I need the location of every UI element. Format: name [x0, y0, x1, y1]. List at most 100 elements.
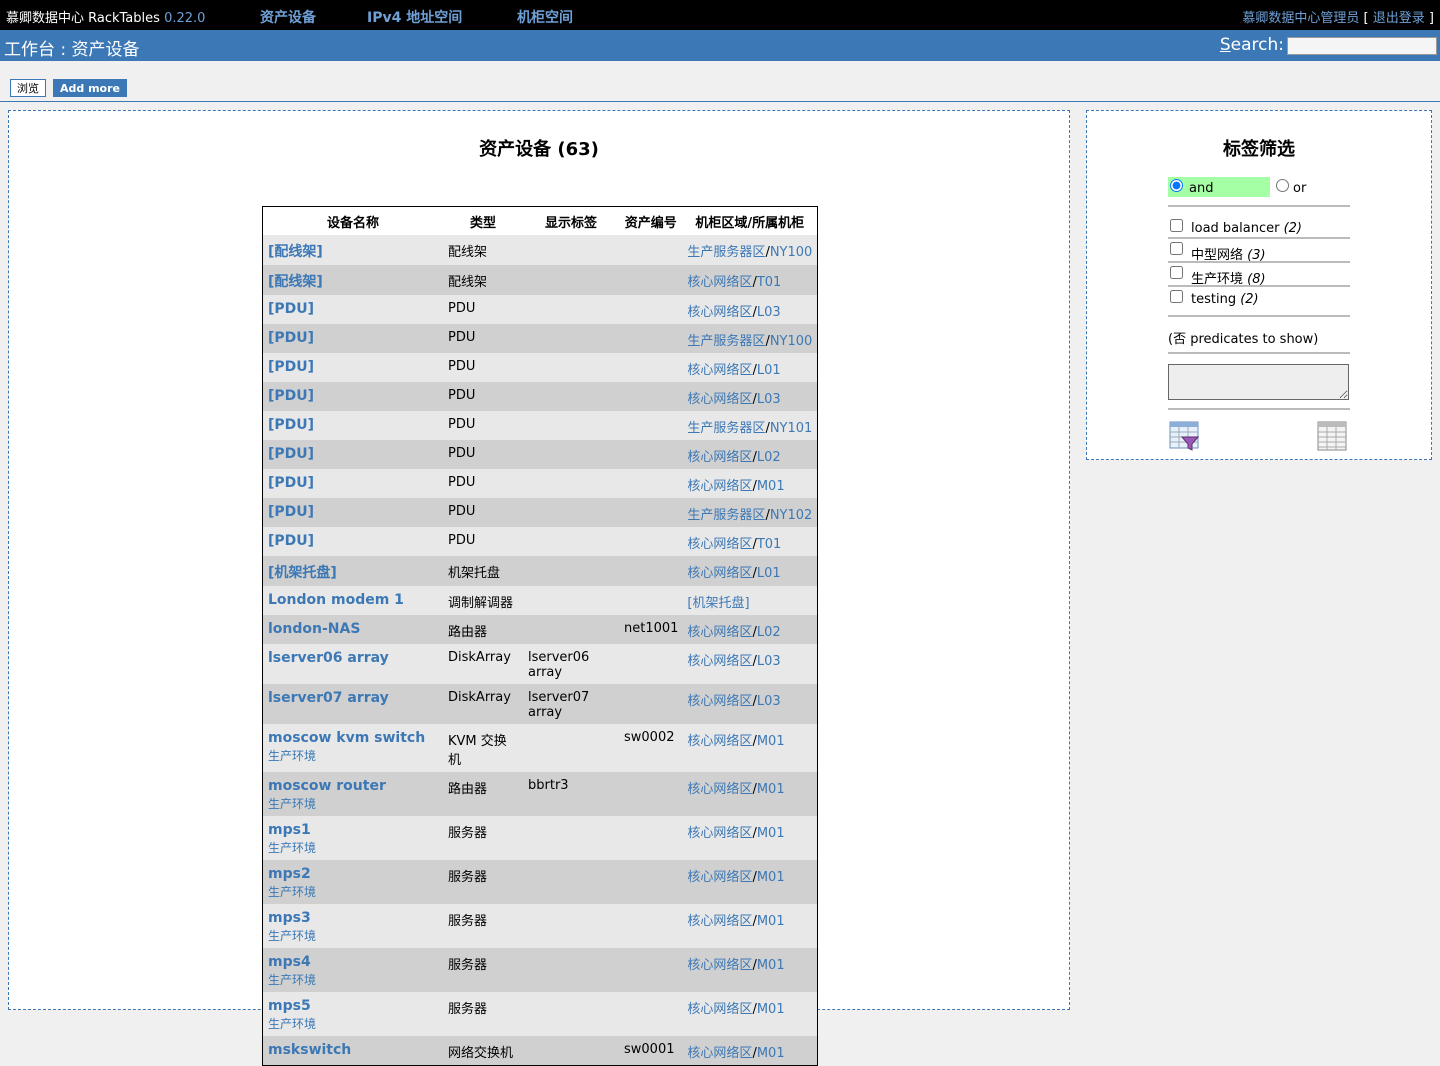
zone-link[interactable]: 核心网络区 — [687, 566, 752, 581]
table-row: [PDU] PDU 核心网络区/M01 — [262, 469, 818, 498]
zone-link[interactable]: 核心网络区 — [687, 1002, 752, 1017]
rack-link[interactable]: L03 — [757, 654, 781, 669]
object-link[interactable]: mps2 — [268, 866, 311, 882]
rack-link[interactable]: L01 — [757, 566, 781, 581]
logout-link[interactable]: 退出登录 — [1373, 11, 1425, 26]
bracket-open: [ — [1363, 11, 1369, 26]
menu-rackspace[interactable]: 机柜空间 — [517, 7, 573, 27]
rack-link[interactable]: M01 — [757, 734, 785, 749]
zone-link[interactable]: 核心网络区 — [687, 782, 752, 797]
rack-link[interactable]: L02 — [757, 625, 781, 640]
zone-link[interactable]: [机架托盘] — [687, 596, 749, 611]
rack-link[interactable]: M01 — [757, 1002, 785, 1017]
rack-link[interactable]: M01 — [757, 1046, 785, 1061]
user-link[interactable]: 慕卿数据中心管理员 — [1242, 11, 1359, 26]
zone-link[interactable]: 生产服务器区 — [687, 245, 765, 260]
search-input[interactable] — [1287, 37, 1437, 55]
tab-add-more[interactable]: Add more — [53, 79, 127, 97]
zone-link[interactable]: 核心网络区 — [687, 870, 752, 885]
predicate-textarea[interactable] — [1168, 364, 1349, 400]
object-link[interactable]: london-NAS — [268, 621, 360, 637]
object-link[interactable]: [PDU] — [268, 359, 314, 375]
cell-type: PDU — [443, 382, 523, 411]
rack-link[interactable]: L02 — [757, 450, 781, 465]
rack-link[interactable]: NY100 — [770, 334, 812, 349]
rack-link[interactable]: NY102 — [770, 508, 812, 523]
rack-link[interactable]: M01 — [757, 479, 785, 494]
object-tag-link[interactable]: 生产环境 — [268, 971, 439, 988]
reset-filter-icon[interactable] — [1317, 421, 1347, 451]
zone-link[interactable]: 核心网络区 — [687, 914, 752, 929]
object-link[interactable]: [PDU] — [268, 388, 314, 404]
rack-link[interactable]: L03 — [757, 305, 781, 320]
zone-link[interactable]: 核心网络区 — [687, 826, 752, 841]
zone-link[interactable]: 核心网络区 — [687, 479, 752, 494]
object-link[interactable]: [配线架] — [268, 244, 323, 260]
zone-link[interactable]: 核心网络区 — [687, 958, 752, 973]
object-link[interactable]: [PDU] — [268, 417, 314, 433]
rack-link[interactable]: T01 — [757, 275, 781, 290]
zone-link[interactable]: 核心网络区 — [687, 1046, 752, 1061]
object-tag-link[interactable]: 生产环境 — [268, 1015, 439, 1032]
zone-link[interactable]: 核心网络区 — [687, 450, 752, 465]
menu-objects[interactable]: 资产设备 — [260, 7, 316, 27]
tag-checkbox[interactable] — [1170, 219, 1183, 232]
object-link[interactable]: mps4 — [268, 954, 311, 970]
or-radio[interactable] — [1276, 179, 1289, 192]
object-link[interactable]: moscow router — [268, 778, 386, 794]
object-link[interactable]: [PDU] — [268, 504, 314, 520]
rack-link[interactable]: NY101 — [770, 421, 812, 436]
object-link[interactable]: [PDU] — [268, 446, 314, 462]
and-radio[interactable] — [1170, 179, 1183, 192]
object-link[interactable]: mps5 — [268, 998, 311, 1014]
apply-filter-icon[interactable] — [1169, 421, 1200, 451]
tag-checkbox[interactable] — [1170, 266, 1183, 279]
object-link[interactable]: [PDU] — [268, 301, 314, 317]
tag-checkbox[interactable] — [1170, 242, 1183, 255]
cell-name: [PDU] — [262, 353, 443, 382]
tab-browse[interactable]: 浏览 — [10, 79, 46, 97]
rack-link[interactable]: M01 — [757, 914, 785, 929]
zone-link[interactable]: 核心网络区 — [687, 305, 752, 320]
object-link[interactable]: [机架托盘] — [268, 565, 337, 581]
object-link[interactable]: [配线架] — [268, 274, 323, 290]
zone-link[interactable]: 生产服务器区 — [687, 334, 765, 349]
rack-link[interactable]: M01 — [757, 870, 785, 885]
object-link[interactable]: mps3 — [268, 910, 311, 926]
rack-link[interactable]: L01 — [757, 363, 781, 378]
menu-ipv4[interactable]: IPv4 地址空间 — [367, 7, 462, 27]
object-tag-link[interactable]: 生产环境 — [268, 883, 439, 900]
object-link[interactable]: mskswitch — [268, 1042, 351, 1058]
rack-link[interactable]: M01 — [757, 782, 785, 797]
object-link[interactable]: lserver07 array — [268, 690, 389, 706]
object-tag-link[interactable]: 生产环境 — [268, 927, 439, 944]
object-link[interactable]: [PDU] — [268, 475, 314, 491]
rack-link[interactable]: M01 — [757, 826, 785, 841]
zone-link[interactable]: 核心网络区 — [687, 537, 752, 552]
object-tag-link[interactable]: 生产环境 — [268, 795, 439, 812]
object-tag-link[interactable]: 生产环境 — [268, 839, 439, 856]
zone-link[interactable]: 生产服务器区 — [687, 508, 765, 523]
rack-link[interactable]: M01 — [757, 958, 785, 973]
zone-link[interactable]: 生产服务器区 — [687, 421, 765, 436]
rack-link[interactable]: L03 — [757, 392, 781, 407]
object-link[interactable]: mps1 — [268, 822, 311, 838]
cell-asset — [619, 860, 683, 904]
object-link[interactable]: moscow kvm switch — [268, 730, 425, 746]
object-link[interactable]: [PDU] — [268, 330, 314, 346]
object-link[interactable]: [PDU] — [268, 533, 314, 549]
object-link[interactable]: lserver06 array — [268, 650, 389, 666]
object-link[interactable]: London modem 1 — [268, 592, 404, 608]
rack-link[interactable]: L03 — [757, 694, 781, 709]
object-tag-link[interactable]: 生产环境 — [268, 747, 439, 764]
tag-checkbox[interactable] — [1170, 290, 1183, 303]
zone-link[interactable]: 核心网络区 — [687, 392, 752, 407]
zone-link[interactable]: 核心网络区 — [687, 734, 752, 749]
zone-link[interactable]: 核心网络区 — [687, 275, 752, 290]
zone-link[interactable]: 核心网络区 — [687, 694, 752, 709]
zone-link[interactable]: 核心网络区 — [687, 625, 752, 640]
zone-link[interactable]: 核心网络区 — [687, 654, 752, 669]
rack-link[interactable]: T01 — [757, 537, 781, 552]
rack-link[interactable]: NY100 — [770, 245, 812, 260]
zone-link[interactable]: 核心网络区 — [687, 363, 752, 378]
